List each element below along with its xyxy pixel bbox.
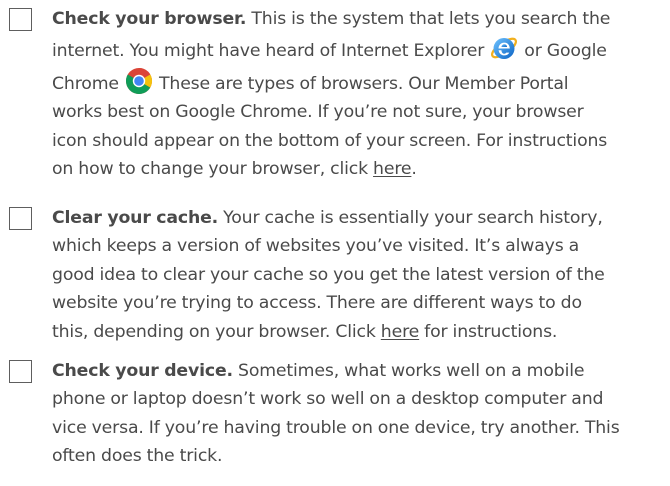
internet-explorer-icon (489, 33, 519, 63)
item-title-browser: Check your browser. (52, 9, 247, 29)
item-text-device: Check your device. Sometimes, what works… (52, 361, 620, 467)
item-title-cache: Clear your cache. (52, 208, 219, 228)
google-chrome-icon (124, 66, 154, 96)
checkbox-clear-cache[interactable] (9, 207, 32, 230)
cache-instructions-link[interactable]: here (381, 322, 419, 342)
checkbox-check-browser[interactable] (9, 8, 32, 31)
checkbox-check-device[interactable] (9, 360, 32, 383)
browser-instructions-link[interactable]: here (373, 159, 411, 179)
item-text-browser: Check your browser. This is the system t… (52, 9, 611, 180)
item-title-device: Check your device. (52, 361, 233, 381)
item-text-cache: Clear your cache. Your cache is essentia… (52, 208, 605, 342)
